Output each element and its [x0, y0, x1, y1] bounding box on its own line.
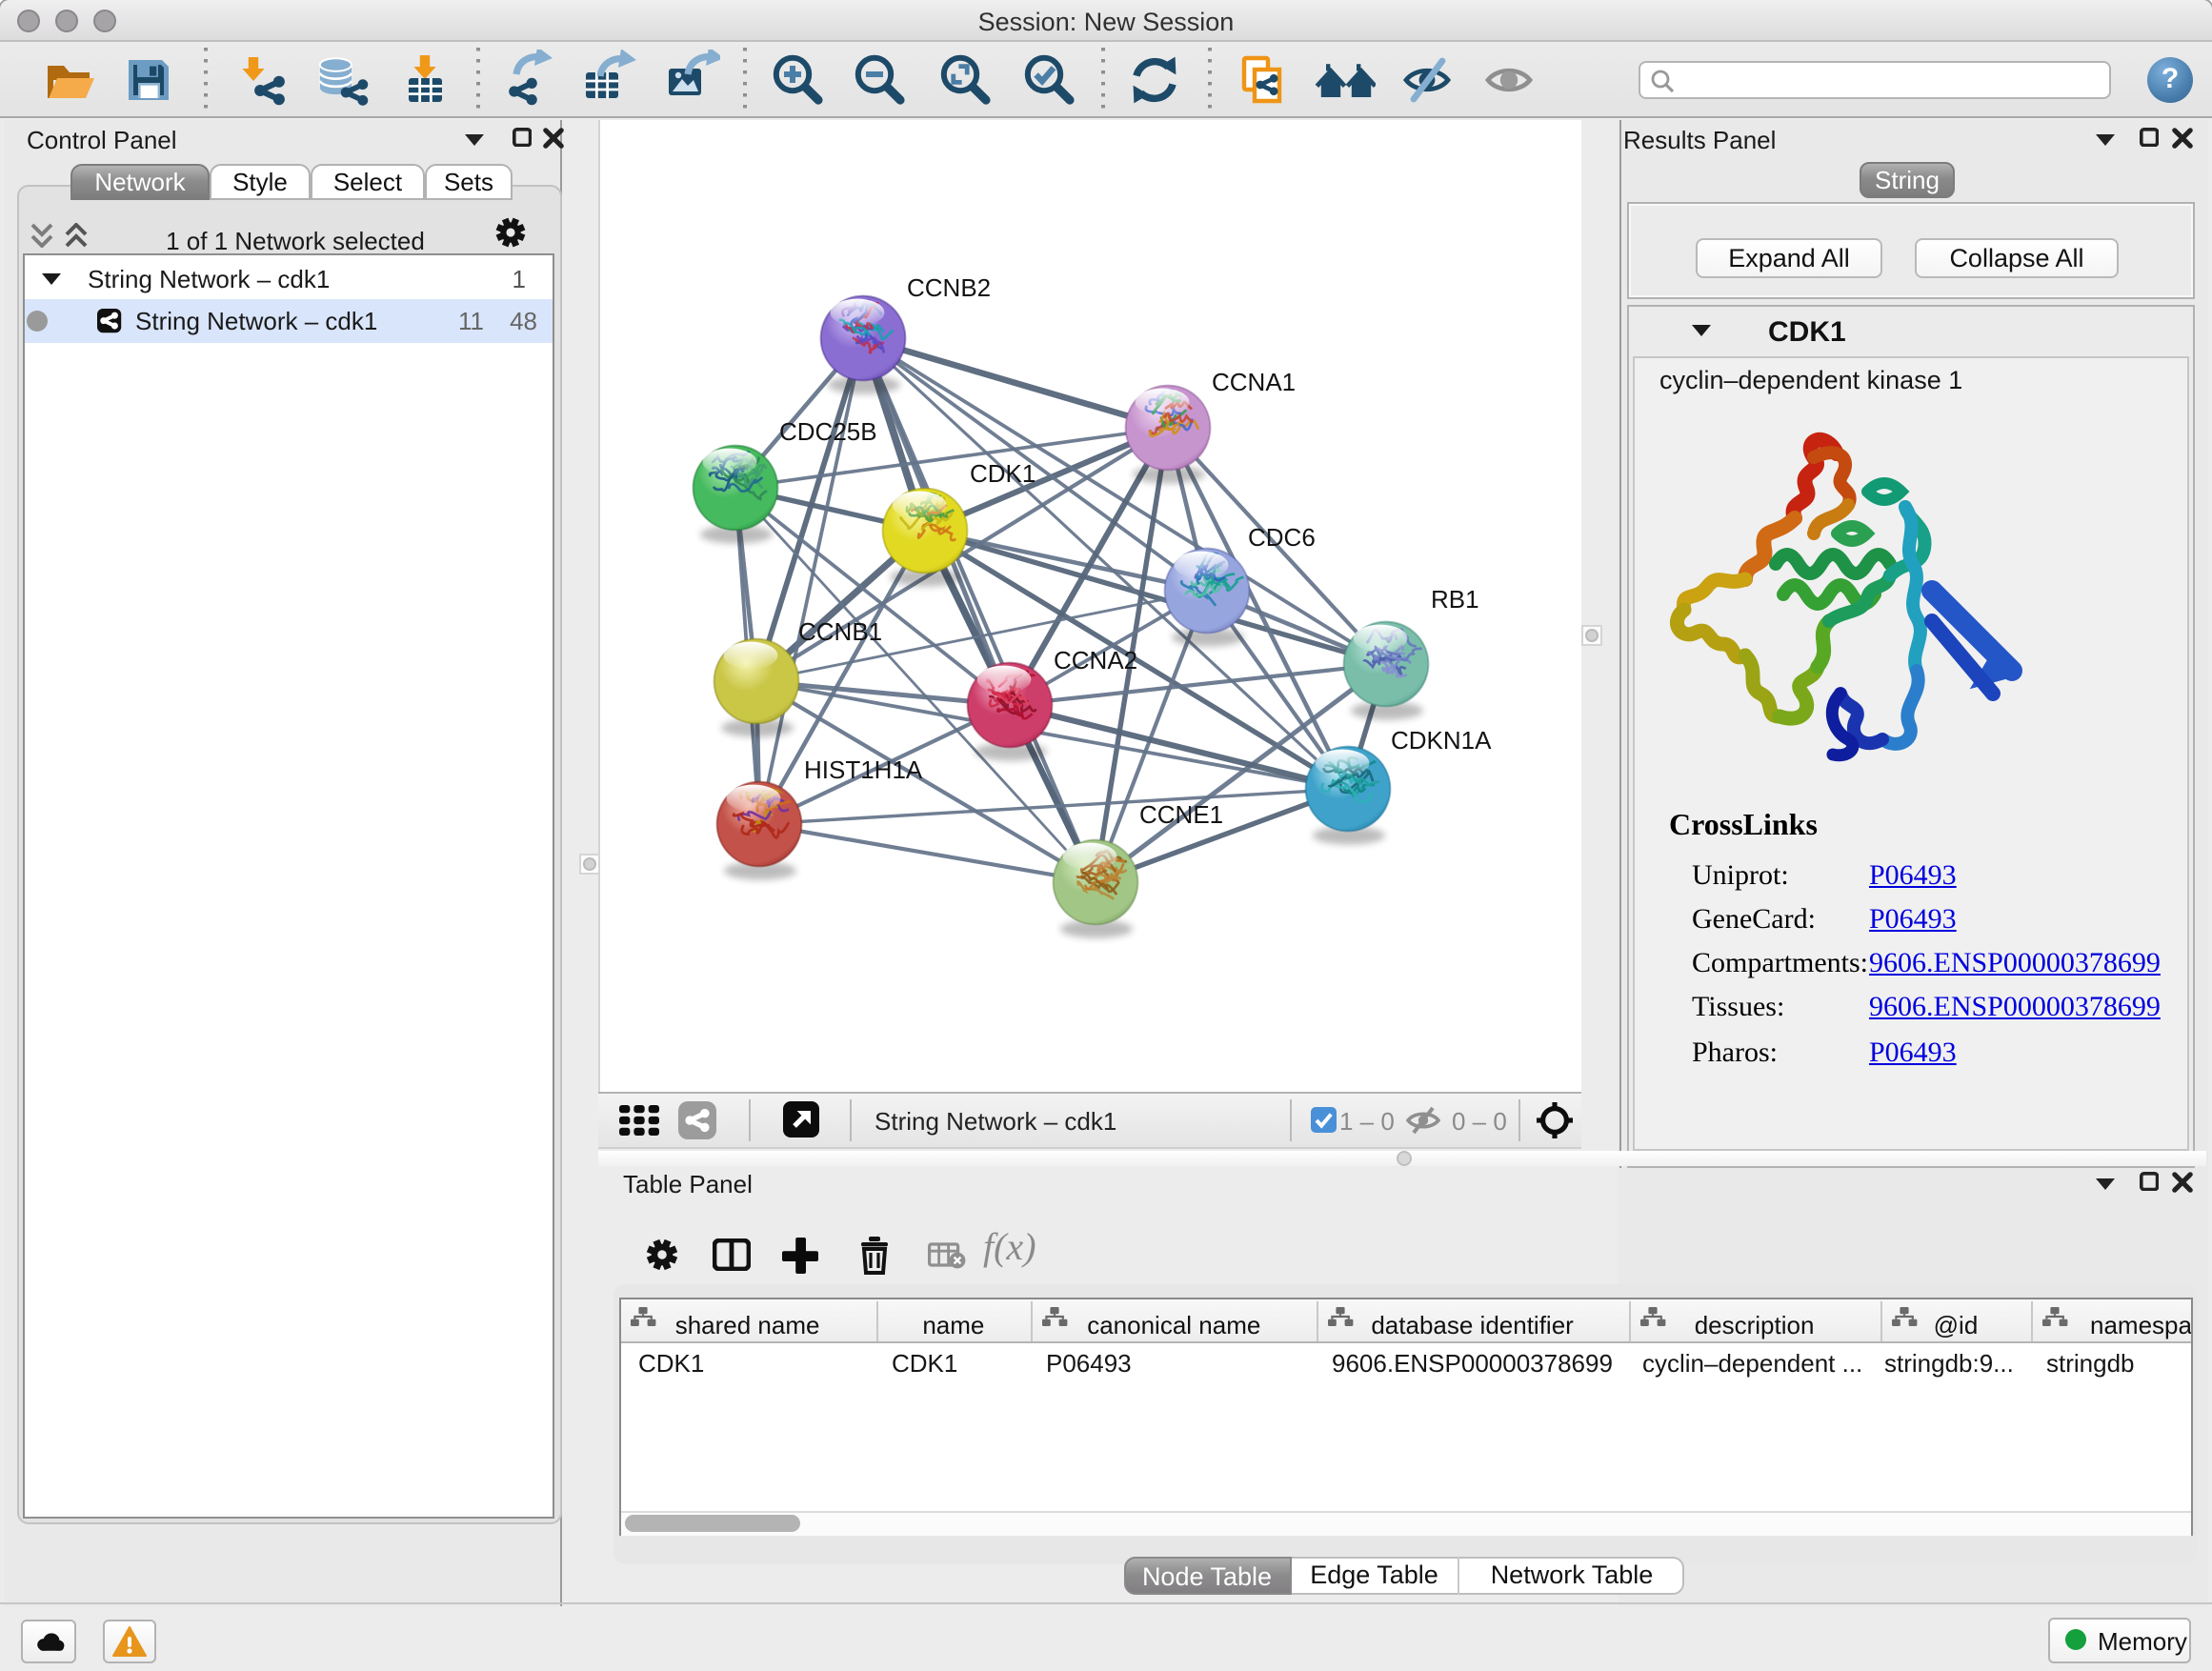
svg-text:CDK1: CDK1	[970, 459, 1036, 488]
svg-text:CCNB1: CCNB1	[798, 617, 882, 646]
svg-text:HIST1H1A: HIST1H1A	[804, 755, 923, 784]
svg-text:CDC6: CDC6	[1248, 523, 1316, 552]
svg-text:CDC25B: CDC25B	[779, 417, 877, 446]
svg-text:CCNE1: CCNE1	[1139, 800, 1223, 829]
svg-text:CCNA2: CCNA2	[1054, 646, 1137, 674]
svg-text:CCNA1: CCNA1	[1212, 368, 1296, 396]
svg-text:CCNB2: CCNB2	[907, 273, 991, 302]
svg-text:RB1: RB1	[1431, 585, 1479, 614]
svg-text:CDKN1A: CDKN1A	[1391, 726, 1492, 755]
